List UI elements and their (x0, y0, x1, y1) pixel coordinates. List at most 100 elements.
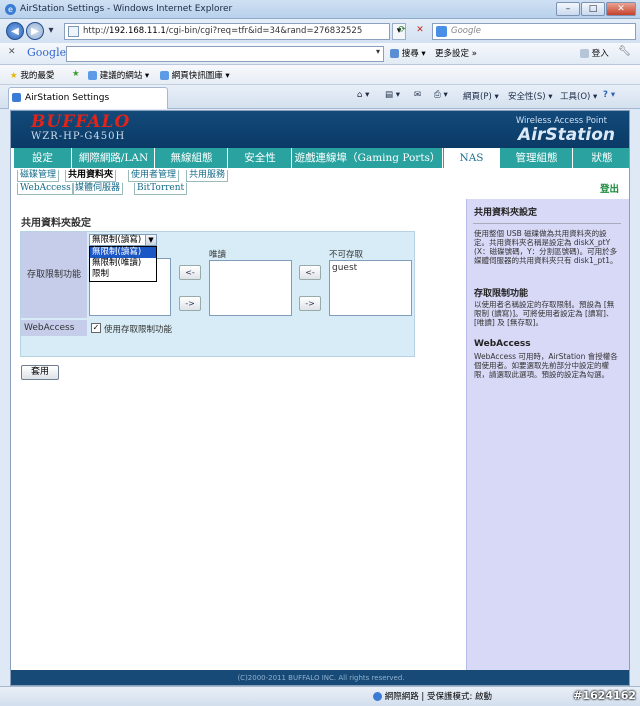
help-heading-webaccess: WebAccess (474, 339, 531, 349)
ie-icon: e (5, 4, 16, 15)
google-more-button[interactable]: 更多設定 » (435, 47, 477, 59)
help-text-access: 以使用者名稱設定的存取限制。預設為 [無限制 (讀寫)]。可將使用者設定為 [讀… (474, 300, 615, 327)
search-icon (390, 49, 399, 58)
address-input[interactable]: http://192.168.11.1/cgi-bin/cgi?req=tfr&… (64, 23, 390, 40)
page-menu[interactable]: 網頁(P) ▾ (463, 90, 499, 102)
mail-icon[interactable]: ✉ (414, 90, 421, 100)
web-search-input[interactable]: Google (432, 23, 636, 40)
globe-icon (373, 692, 382, 701)
page-menu-label: 網頁(P) (463, 92, 492, 102)
tools-menu[interactable]: 工具(O) ▾ (560, 90, 597, 102)
product-name: AirStation (518, 125, 615, 145)
ie-page-icon (88, 71, 97, 80)
back-button[interactable]: ◀ (6, 22, 24, 40)
watermark: #1624162 (573, 689, 636, 702)
subnav-disk-management[interactable]: 磁碟管理 (17, 170, 60, 182)
favorite-link-suggested-label: 建議的網站 (99, 71, 143, 81)
section-title: 共用資料夾設定 (21, 218, 91, 229)
maximize-button[interactable]: □ (581, 2, 605, 16)
readonly-list[interactable] (209, 260, 292, 316)
tab-airstation[interactable]: AirStation Settings (8, 87, 168, 109)
refresh-icon[interactable]: ⟳ (393, 23, 411, 40)
wrench-icon[interactable]: 🔧︎ (618, 46, 631, 57)
page-icon (68, 26, 79, 37)
help-text-shared: 使用整個 USB 磁碟做為共用資料夾的設定。共用資料夾名稱是設定為 diskX_… (474, 229, 618, 265)
add-favorite-icon[interactable]: ★ (72, 69, 80, 79)
subnav-bittorrent[interactable]: BitTorrent (134, 183, 188, 195)
nav-admin[interactable]: 管理組態 (501, 148, 573, 168)
google-search-button[interactable]: 搜尋 ▾ (390, 47, 426, 59)
nav-setup[interactable]: 設定 (14, 148, 72, 168)
stop-icon[interactable]: ✕ (411, 23, 429, 40)
feeds-icon[interactable]: ▤ ▾ (385, 90, 400, 100)
security-zone[interactable]: 網際網路 | 受保護模式: 啟動 (373, 690, 492, 702)
google-logo: Google (27, 46, 67, 59)
move-left-button-1[interactable]: <- (179, 265, 201, 280)
google-signin-button[interactable]: 登入 (580, 47, 609, 59)
window-titlebar: e AirStation Settings - Windows Internet… (0, 0, 640, 19)
subnav-shared-services[interactable]: 共用服務 (186, 170, 229, 182)
subnav-user-management[interactable]: 使用者管理 (128, 170, 180, 182)
help-heading-access: 存取限制功能 (474, 289, 529, 299)
address-bar-row: ◀ ▶ ▾ http://192.168.11.1/cgi-bin/cgi?re… (0, 19, 640, 43)
move-right-button-2[interactable]: -> (299, 296, 321, 311)
favorites-button[interactable]: ★ 我的最愛 (10, 69, 54, 81)
nav-gaming-ports[interactable]: 遊戲連線埠（Gaming Ports） (293, 148, 443, 168)
close-toolbar-icon[interactable]: ✕ (8, 47, 16, 57)
access-mode-dropdown: 無限制(讀寫) 無限制(唯讀) 限制 (89, 246, 157, 282)
webaccess-checkbox[interactable]: ✓ (91, 323, 101, 333)
subnav-shared-folders[interactable]: 共用資料夾 (65, 170, 117, 182)
apply-button[interactable]: 套用 (21, 365, 59, 380)
dropdown-option[interactable]: 限制 (90, 269, 156, 280)
history-dropdown-icon[interactable]: ▾ (45, 22, 57, 40)
col-noaccess-header: 不可存取 (329, 250, 364, 260)
google-signin-label: 登入 (591, 49, 609, 59)
buffalo-logo: BUFFALO (31, 112, 131, 132)
router-page: BUFFALO WZR-HP-G450H Wireless Access Poi… (10, 110, 630, 686)
list-item[interactable]: guest (332, 263, 409, 273)
close-button[interactable]: ✕ (606, 2, 636, 16)
safety-menu[interactable]: 安全性(S) ▾ (508, 90, 553, 102)
access-table: 存取限制功能 WebAccess 唯讀 不可存取 guest <- -> <- … (20, 231, 415, 357)
help-panel: 共用資料夾設定 使用整個 USB 磁碟做為共用資料夾的設定。共用資料夾名稱是設定… (466, 199, 629, 671)
star-icon: ★ (10, 71, 18, 81)
google-toolbar-input[interactable] (66, 46, 384, 62)
subnav-media-server[interactable]: 媒體伺服器 (72, 183, 124, 195)
model-name: WZR-HP-G450H (31, 131, 126, 142)
minimize-button[interactable]: – (556, 2, 580, 16)
logout-link[interactable]: 登出 (600, 181, 619, 195)
url-prefix: http:// (83, 26, 110, 36)
nav-status[interactable]: 狀態 (574, 148, 629, 168)
google-search-label: 搜尋 (401, 49, 419, 59)
subnav-webaccess[interactable]: WebAccess (17, 183, 74, 195)
forward-button[interactable]: ▶ (26, 22, 44, 40)
tab-label: AirStation Settings (25, 93, 110, 103)
move-left-button-2[interactable]: <- (299, 265, 321, 280)
chevron-down-icon: ▼ (145, 235, 156, 245)
router-footer: (C)2000-2011 BUFFALO INC. All rights res… (11, 670, 629, 685)
access-mode-select[interactable]: 無限制(讀寫) ▼ (89, 234, 157, 246)
dropdown-option[interactable]: 無限制(唯讀) (90, 258, 156, 269)
window-title: AirStation Settings - Windows Internet E… (20, 4, 233, 14)
print-icon[interactable]: ⎙ ▾ (434, 90, 448, 100)
nav-security[interactable]: 安全性 (229, 148, 292, 168)
ie-page-icon (12, 93, 21, 102)
nav-nas[interactable]: NAS (444, 148, 500, 168)
search-placeholder: Google (451, 26, 481, 36)
nav-wireless[interactable]: 無線組態 (156, 148, 228, 168)
favorites-bar: ★ 我的最愛 ★ 建議的網站 ▾ 網頁快訊圖庫 ▾ (0, 65, 640, 85)
webaccess-label: WebAccess (21, 320, 87, 336)
favorite-link-webslices[interactable]: 網頁快訊圖庫 ▾ (160, 69, 230, 81)
user-icon (580, 49, 589, 58)
move-right-button-1[interactable]: -> (179, 296, 201, 311)
dropdown-option[interactable]: 無限制(讀寫) (90, 247, 156, 258)
noaccess-list[interactable]: guest (329, 260, 412, 316)
settings-panel: 共用資料夾設定 存取限制功能 WebAccess 唯讀 不可存取 guest <… (11, 199, 469, 669)
help-icon[interactable]: ? ▾ (603, 90, 615, 100)
help-heading-shared: 共用資料夾設定 (474, 208, 538, 218)
nav-internet-lan[interactable]: 網際網路/LAN (73, 148, 155, 168)
favorite-link-suggested[interactable]: 建議的網站 ▾ (88, 69, 149, 81)
google-input-dropdown-icon[interactable]: ▾ (376, 47, 380, 56)
home-icon[interactable]: ⌂ ▾ (357, 90, 369, 100)
favorite-link-webslices-label: 網頁快訊圖庫 (171, 71, 223, 81)
